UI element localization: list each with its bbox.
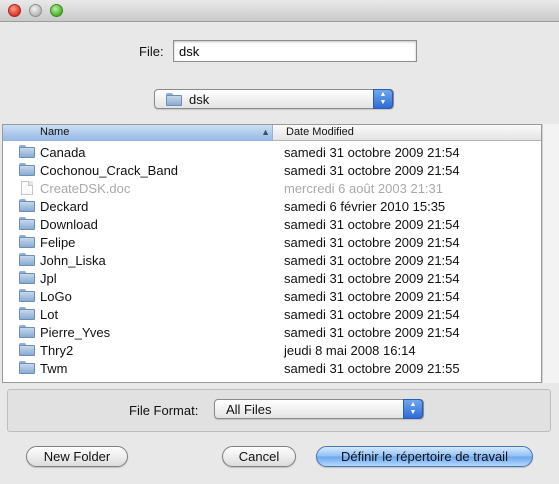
name-column-header[interactable]: Name ▲ [3,125,273,141]
row-date-modified: samedi 31 octobre 2009 21:54 [284,235,460,250]
row-date-modified: samedi 31 octobre 2009 21:54 [284,289,460,304]
folder-icon [19,343,35,356]
row-date-modified: mercredi 6 août 2003 21:31 [284,181,443,196]
row-name: CreateDSK.doc [40,181,131,196]
row-date-modified: samedi 6 février 2010 15:35 [284,199,446,214]
file-format-popup[interactable]: All Files ▲ ▼ [214,399,424,419]
row-name: Canada [40,145,86,160]
row-date-modified: samedi 31 octobre 2009 21:54 [284,145,460,160]
table-row[interactable]: Download samedi 31 octobre 2009 21:54 [3,215,541,233]
row-name: Cochonou_Crack_Band [40,163,179,178]
row-name: John_Liska [40,253,106,268]
row-date-modified: samedi 31 octobre 2009 21:54 [284,325,460,340]
name-column-label: Name [40,126,70,138]
folder-icon [19,325,35,338]
file-format-popup-label: All Files [226,402,272,417]
folder-icon [19,289,35,302]
table-row[interactable]: Thry2 jeudi 8 mai 2008 16:14 [3,341,541,359]
zoom-window-button[interactable] [50,4,63,17]
table-row[interactable]: John_Liska samedi 31 octobre 2009 21:54 [3,251,541,269]
folder-icon [19,145,35,158]
table-row[interactable]: Canada samedi 31 octobre 2009 21:54 [3,143,541,161]
table-row[interactable]: Felipe samedi 31 octobre 2009 21:54 [3,233,541,251]
folder-icon [19,235,35,248]
table-row[interactable]: Twm samedi 31 octobre 2009 21:55 [3,359,541,377]
document-icon [21,181,33,195]
file-list-table[interactable]: Name ▲ Date Modified Canada samedi 31 oct… [2,124,542,383]
file-format-label: File Format: [129,403,199,418]
row-name: Pierre_Yves [40,325,111,340]
window-titlebar [0,0,559,22]
row-date-modified: jeudi 8 mai 2008 16:14 [284,343,416,358]
table-row[interactable]: Pierre_Yves samedi 31 octobre 2009 21:54 [3,323,541,341]
minimize-window-button[interactable] [29,4,42,17]
table-row[interactable]: LoGo samedi 31 octobre 2009 21:54 [3,287,541,305]
close-window-button[interactable] [8,4,21,17]
directory-popup-label: dsk [189,92,210,107]
row-name: Download [40,217,98,232]
table-scrollbar-track[interactable] [542,124,559,383]
table-row[interactable]: CreateDSK.doc mercredi 6 août 2003 21:31 [3,179,541,197]
row-name: Twm [40,361,68,376]
row-date-modified: samedi 31 octobre 2009 21:54 [284,253,460,268]
table-row[interactable]: Deckard samedi 6 février 2010 15:35 [3,197,541,215]
table-header: Name ▲ Date Modified [3,125,541,141]
sort-ascending-icon: ▲ [261,127,270,137]
table-row[interactable]: Lot samedi 31 octobre 2009 21:54 [3,305,541,323]
folder-icon [19,361,35,374]
table-row[interactable]: Cochonou_Crack_Band samedi 31 octobre 200… [3,161,541,179]
directory-popup[interactable]: dsk ▲ ▼ [154,89,394,109]
popup-stepper-icon: ▲ ▼ [373,89,393,109]
row-name: Lot [40,307,59,322]
file-name-input[interactable] [173,40,417,62]
row-date-modified: samedi 31 octobre 2009 21:54 [284,307,460,322]
folder-icon [19,253,35,266]
row-name: LoGo [40,289,72,304]
row-date-modified: samedi 31 octobre 2009 21:54 [284,217,460,232]
folder-icon [166,93,182,106]
folder-icon [19,307,35,320]
date-column-header[interactable]: Date Modified [286,126,354,138]
folder-icon [19,217,35,230]
cancel-button[interactable]: Cancel [222,446,296,467]
new-folder-button[interactable]: New Folder [26,446,128,467]
file-label: File: [139,44,164,59]
popup-stepper-icon: ▲ ▼ [403,399,423,419]
row-date-modified: samedi 31 octobre 2009 21:54 [284,163,460,178]
folder-icon [19,199,35,212]
folder-icon [19,271,35,284]
row-name: Deckard [40,199,89,214]
row-date-modified: samedi 31 octobre 2009 21:55 [284,361,460,376]
table-row[interactable]: Jpl samedi 31 octobre 2009 21:54 [3,269,541,287]
row-name: Felipe [40,235,76,250]
row-name: Jpl [40,271,57,286]
folder-icon [19,163,35,176]
row-name: Thry2 [40,343,74,358]
row-date-modified: samedi 31 octobre 2009 21:54 [284,271,460,286]
set-working-directory-button[interactable]: Définir le répertoire de travail [316,446,533,467]
